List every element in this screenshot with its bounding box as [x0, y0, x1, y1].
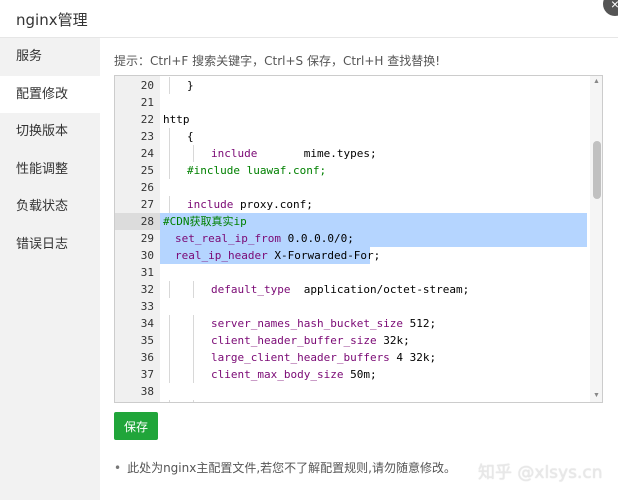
- line-number: 34: [140, 317, 154, 330]
- code-editor[interactable]: 20} 21 22 http 23 {24 include mime.types; 25 #in…: [114, 75, 603, 403]
- code-text: include mime.types;: [211, 147, 377, 160]
- code-lines[interactable]: 20} 21 22 http 23 {24 include mime.types; 25 #in…: [115, 76, 590, 402]
- line-number: 23: [140, 130, 154, 143]
- scroll-up-icon[interactable]: ▲: [592, 78, 601, 86]
- line-number: 37: [140, 368, 154, 381]
- indent-guide: [169, 332, 170, 349]
- code-line[interactable]: 26: [115, 179, 590, 196]
- sidebar-item-performance[interactable]: 性能调整: [0, 151, 100, 189]
- code-line[interactable]: 34 server_names_hash_bucket_size 512;: [115, 315, 590, 332]
- code-line[interactable]: 36 large_client_header_buffers 4 32k;: [115, 349, 590, 366]
- line-number: 33: [140, 300, 154, 313]
- config-note-text: 此处为nginx主配置文件,若您不了解配置规则,请勿随意修改。: [127, 461, 456, 475]
- close-icon: ×: [610, 0, 618, 12]
- indent-guide: [169, 366, 170, 383]
- code-line[interactable]: 23 {: [115, 128, 590, 145]
- code-line[interactable]: 24 include mime.types;: [115, 145, 590, 162]
- line-number: 25: [140, 164, 154, 177]
- save-button[interactable]: 保存: [114, 412, 158, 440]
- code-text: sendfile: [211, 400, 264, 402]
- indent-guide: [193, 315, 194, 332]
- code-text: #CDN获取真实ip: [163, 215, 247, 228]
- line-number: 29: [140, 232, 154, 245]
- code-line[interactable]: 28 #CDN获取真实ip: [115, 213, 590, 230]
- sidebar-item-error-log[interactable]: 错误日志: [0, 226, 100, 264]
- indent-guide: [169, 349, 170, 366]
- code-line[interactable]: 39 sendfile: [115, 400, 590, 402]
- code-text: #include luawaf.conf;: [187, 164, 327, 177]
- line-number: 20: [140, 79, 154, 92]
- line-number: 39: [115, 400, 154, 402]
- sidebar-item-version[interactable]: 切换版本: [0, 113, 100, 151]
- config-note: • 此处为nginx主配置文件,若您不了解配置规则,请勿随意修改。: [114, 459, 456, 476]
- code-text: client_max_body_size 50m;: [211, 368, 377, 381]
- code-text: {: [187, 130, 194, 143]
- code-text: http: [163, 113, 190, 126]
- code-line[interactable]: 22 http: [115, 111, 590, 128]
- indent-guide: [169, 162, 170, 179]
- bullet-icon: •: [114, 461, 122, 475]
- code-line[interactable]: 21: [115, 94, 590, 111]
- line-number: 32: [140, 283, 154, 296]
- indent-guide: [169, 128, 170, 145]
- code-line[interactable]: 37 client_max_body_size 50m;: [115, 366, 590, 383]
- line-number: 31: [140, 266, 154, 279]
- code-text: client_header_buffer_size 32k;: [211, 334, 410, 347]
- scrollbar-thumb[interactable]: [593, 141, 601, 199]
- line-number: 21: [140, 96, 154, 109]
- code-line[interactable]: 25 #include luawaf.conf;: [115, 162, 590, 179]
- line-number: 35: [140, 334, 154, 347]
- code-text: real_ip_header X-Forwarded-For;: [175, 249, 381, 262]
- code-line[interactable]: 27 include proxy.conf;: [115, 196, 590, 213]
- code-line[interactable]: 29 set_real_ip_from 0.0.0.0/0;: [115, 230, 590, 247]
- code-text: default_type application/octet-stream;: [211, 283, 470, 296]
- sidebar: 服务 配置修改 切换版本 性能调整 负载状态 错误日志: [0, 38, 100, 500]
- scroll-down-icon[interactable]: ▼: [592, 392, 601, 400]
- shortcut-tip: 提示：Ctrl+F 搜索关键字，Ctrl+S 保存，Ctrl+H 查找替换!: [114, 54, 441, 68]
- line-number: 22: [140, 113, 154, 126]
- sidebar-item-load-status[interactable]: 负载状态: [0, 188, 100, 226]
- indent-guide: [169, 315, 170, 332]
- code-text: large_client_header_buffers 4 32k;: [211, 351, 437, 364]
- code-text: set_real_ip_from 0.0.0.0/0;: [175, 232, 354, 245]
- line-number: 30: [140, 249, 154, 262]
- line-number: 38: [140, 385, 154, 398]
- sidebar-item-config[interactable]: 配置修改: [0, 75, 100, 113]
- indent-guide: [193, 281, 194, 298]
- code-text: }: [187, 79, 194, 92]
- indent-guide: [169, 400, 170, 402]
- code-line[interactable]: 32 default_type application/octet-stream;: [115, 281, 590, 298]
- indent-guide: [193, 332, 194, 349]
- indent-guide: [193, 145, 194, 162]
- window-title: nginx管理: [16, 11, 88, 29]
- code-line[interactable]: 31: [115, 264, 590, 281]
- indent-guide: [169, 77, 170, 94]
- line-number: 36: [140, 351, 154, 364]
- code-text: server_names_hash_bucket_size 512;: [211, 317, 437, 330]
- indent-guide: [193, 400, 194, 402]
- sidebar-item-service[interactable]: 服务: [0, 38, 100, 76]
- code-line[interactable]: 20}: [115, 77, 590, 94]
- line-number: 28: [140, 215, 154, 228]
- line-number: 24: [140, 147, 154, 160]
- line-number: 26: [140, 181, 154, 194]
- code-line[interactable]: 30 real_ip_header X-Forwarded-For;: [115, 247, 590, 264]
- indent-guide: [193, 349, 194, 366]
- code-text: include proxy.conf;: [187, 198, 313, 211]
- code-line[interactable]: 33: [115, 298, 590, 315]
- editor-scrollbar[interactable]: ▲ ▼: [590, 76, 602, 402]
- indent-guide: [169, 196, 170, 213]
- indent-guide: [193, 366, 194, 383]
- indent-guide: [169, 145, 170, 162]
- window-title-bar: nginx管理: [0, 0, 618, 38]
- code-line[interactable]: 35 client_header_buffer_size 32k;: [115, 332, 590, 349]
- indent-guide: [169, 281, 170, 298]
- watermark: 知乎 @xlsys.cn: [478, 463, 603, 483]
- line-number: 27: [140, 198, 154, 211]
- code-line[interactable]: 38: [115, 383, 590, 400]
